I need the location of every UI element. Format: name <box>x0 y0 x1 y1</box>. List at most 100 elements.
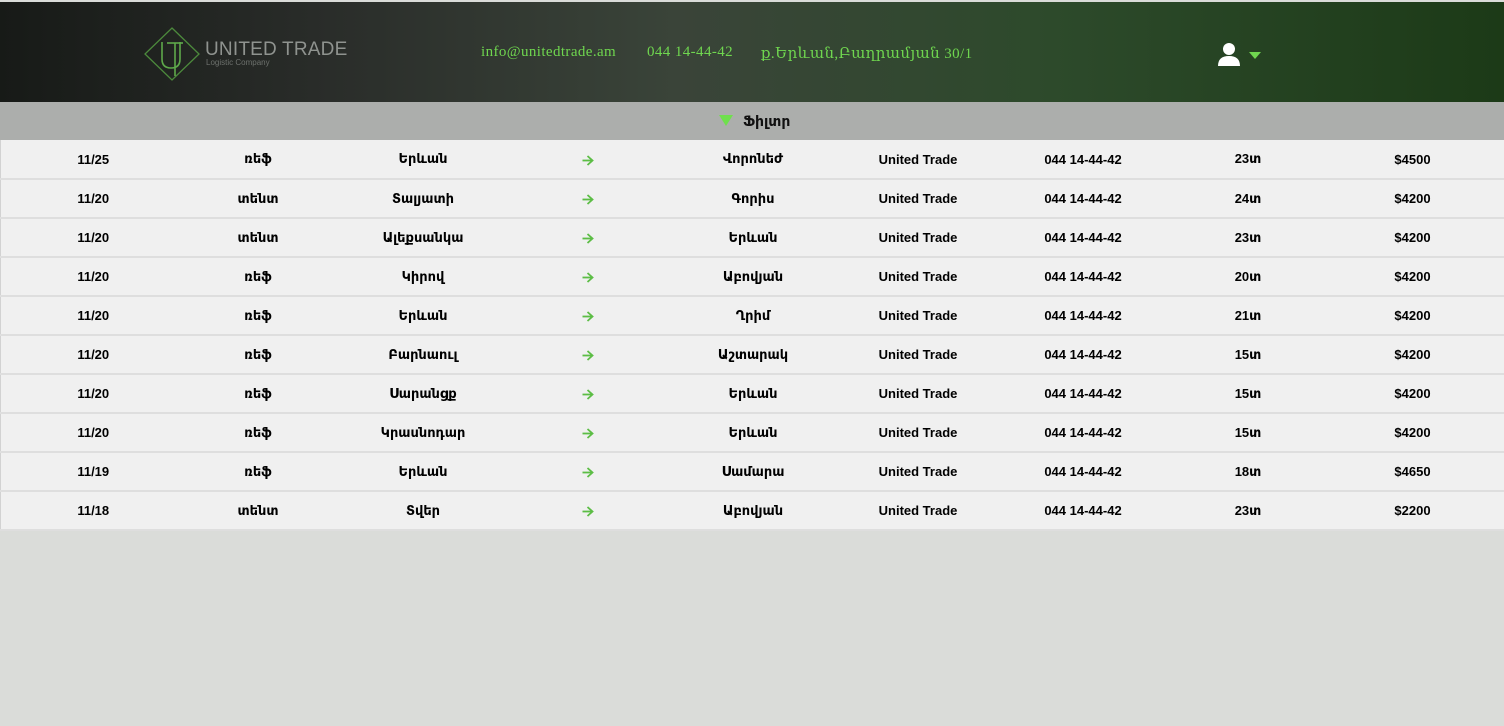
destination-city: Աբովյան <box>722 502 784 518</box>
listing-date: 11/20 <box>0 257 186 296</box>
contact-phone: 044 14-44-42 <box>1044 347 1122 362</box>
company-name: United Trade <box>878 191 958 206</box>
listing-date: 11/18 <box>0 491 186 530</box>
price: $4200 <box>1394 308 1431 323</box>
company-name: United Trade <box>878 269 958 284</box>
origin-city: Սարանցք <box>389 385 457 401</box>
listing-row[interactable]: 11/20 ռեֆ Երևան Ղրիմ United Trade 044 14-44-4… <box>0 296 1504 335</box>
trailer-type: ռեֆ <box>244 268 272 284</box>
contact-address: ք.Երևան,Բաղրամյան 30/1 <box>761 46 973 62</box>
route-arrow-cell <box>516 296 661 335</box>
destination-city: Երևան <box>728 424 778 440</box>
cargo-listings-table: 11/25 ռեֆ Երևան Վորոնեժ United Trade 044 14-4… <box>0 140 1504 531</box>
cargo-weight: 23տ <box>1234 502 1262 518</box>
price: $4200 <box>1394 191 1431 206</box>
route-arrow-cell <box>516 140 661 179</box>
contact-phone: 044 14-44-42 <box>1044 308 1122 323</box>
site-header: UNITED TRADE Logistic Company info@unite… <box>0 2 1504 102</box>
route-arrow-cell <box>516 374 661 413</box>
origin-city: Կիրով <box>401 268 445 284</box>
price: $4200 <box>1394 347 1431 362</box>
cargo-weight: 23տ <box>1234 151 1262 166</box>
listing-row[interactable]: 11/18 տենտ Տվեր Աբովյան United Trade 044 14-4… <box>0 491 1504 530</box>
contact-phone: 044 14-44-42 <box>1044 151 1122 167</box>
trailer-type: տենտ <box>237 190 279 206</box>
origin-city: Ալեքսանկա <box>382 229 464 245</box>
listing-date: 11/20 <box>0 179 186 218</box>
route-arrow-cell <box>516 335 661 374</box>
route-arrow-cell <box>516 218 661 257</box>
cargo-weight: 15տ <box>1234 346 1262 362</box>
cargo-weight: 15տ <box>1234 385 1262 401</box>
contact-phone: 044 14-44-42 <box>1044 503 1122 518</box>
contact-phone: 044 14-44-42 <box>1044 386 1122 401</box>
trailer-type: ռեֆ <box>244 385 272 401</box>
listing-date: 11/25 <box>0 140 186 179</box>
arrow-right-icon <box>582 194 594 205</box>
filter-triangle-icon[interactable] <box>719 115 733 127</box>
contact-phone: 044 14-44-42 <box>1044 191 1122 206</box>
price: $4650 <box>1394 464 1431 479</box>
company-name: United Trade <box>878 503 958 518</box>
trailer-type: տենտ <box>237 229 279 245</box>
company-logo[interactable]: UNITED TRADE Logistic Company <box>143 26 348 82</box>
origin-city: Երևան <box>398 307 448 323</box>
arrow-right-icon <box>582 311 594 322</box>
listing-row[interactable]: 11/20 ռեֆ Կրասնոդար Երևան United Trade 044 14… <box>0 413 1504 452</box>
listing-row[interactable]: 11/20 տենտ Ալեքսանկա Երևան United Trade 044 1… <box>0 218 1504 257</box>
trailer-type: տենտ <box>237 502 279 518</box>
caret-down-icon <box>1249 52 1261 59</box>
arrow-right-icon <box>582 272 594 283</box>
destination-city: Աշտարակ <box>717 346 789 362</box>
listing-row[interactable]: 11/20 ռեֆ Սարանցք Երևան United Trade 044 14-4… <box>0 374 1504 413</box>
trailer-type: ռեֆ <box>244 151 272 166</box>
arrow-right-icon <box>582 467 594 478</box>
cargo-weight: 20տ <box>1234 268 1262 284</box>
destination-city: Գորիս <box>731 190 775 206</box>
contact-email-link[interactable]: info@unitedtrade.am <box>481 44 616 61</box>
listing-date: 11/20 <box>0 218 186 257</box>
arrow-right-icon <box>582 506 594 517</box>
arrow-right-icon <box>582 350 594 361</box>
listing-row[interactable]: 11/20 ռեֆ Կիրով Աբովյան United Trade 044 14-4… <box>0 257 1504 296</box>
company-name: United Trade <box>878 308 958 323</box>
origin-city: Կրասնոդար <box>380 424 466 440</box>
cargo-weight: 23տ <box>1234 229 1262 245</box>
origin-city: Տալյատի <box>392 190 454 206</box>
origin-city: Երևան <box>398 463 448 479</box>
listing-date: 11/19 <box>0 452 186 491</box>
user-menu-button[interactable] <box>1218 42 1264 68</box>
contact-phone: 044 14-44-42 <box>1044 269 1122 284</box>
origin-city: Երևան <box>398 151 448 166</box>
listing-row[interactable]: 11/20 տենտ Տալյատի Գորիս United Trade 044 14-… <box>0 179 1504 218</box>
arrow-right-icon <box>582 428 594 439</box>
route-arrow-cell <box>516 452 661 491</box>
arrow-right-icon <box>582 389 594 400</box>
cargo-weight: 18տ <box>1234 463 1262 479</box>
destination-city: Երևան <box>728 385 778 401</box>
company-name: United Trade <box>878 464 958 479</box>
cargo-weight: 24տ <box>1234 190 1262 206</box>
route-arrow-cell <box>516 257 661 296</box>
trailer-type: ռեֆ <box>244 463 272 479</box>
contact-phone-link[interactable]: 044 14-44-42 <box>647 44 733 61</box>
logo-tagline: Logistic Company <box>206 58 270 67</box>
listing-row[interactable]: 11/20 ռեֆ Բարնաուլ Աշտարակ United Trade 044 1… <box>0 335 1504 374</box>
listing-row[interactable]: 11/25 ռեֆ Երևան Վորոնեժ United Trade 044 14-4… <box>0 140 1504 179</box>
destination-city: Վորոնեժ <box>722 151 784 166</box>
arrow-right-icon <box>582 233 594 244</box>
listing-date: 11/20 <box>0 413 186 452</box>
listing-row[interactable]: 11/19 ռեֆ Երևան Սամարա United Trade 044 14-44… <box>0 452 1504 491</box>
contact-phone: 044 14-44-42 <box>1044 230 1122 245</box>
logo-diamond-icon <box>144 27 200 81</box>
listing-date: 11/20 <box>0 374 186 413</box>
destination-city: Ղրիմ <box>735 307 771 323</box>
company-name: United Trade <box>878 347 958 362</box>
filter-label[interactable]: Ֆիլտր <box>743 113 790 130</box>
origin-city: Բարնաուլ <box>388 346 458 362</box>
user-icon <box>1218 43 1240 66</box>
destination-city: Երևան <box>728 229 778 245</box>
price: $4200 <box>1394 386 1431 401</box>
destination-city: Սամարա <box>721 463 785 479</box>
route-arrow-cell <box>516 491 661 530</box>
